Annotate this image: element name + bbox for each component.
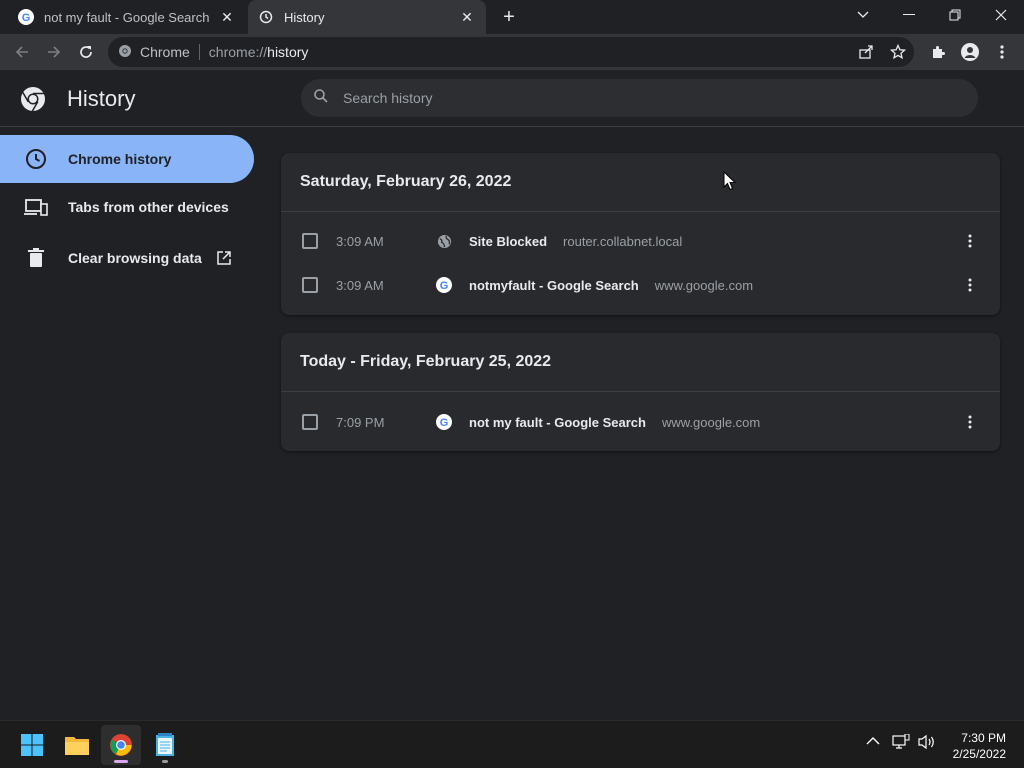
search-input[interactable] [343, 90, 903, 106]
start-button[interactable] [12, 725, 52, 765]
restore-button[interactable] [932, 0, 978, 30]
entry-title: notmyfault - Google Search [469, 277, 639, 293]
sidebar-item-tabs-from-other-devices[interactable]: Tabs from other devices [0, 183, 254, 231]
network-icon[interactable] [892, 733, 910, 755]
entry-domain: router.collabnet.local [563, 233, 683, 249]
minimize-button[interactable] [886, 0, 932, 30]
address-bar[interactable]: Chrome chrome:// history [108, 37, 914, 67]
url-scheme: chrome:// [208, 44, 268, 60]
divider [198, 44, 200, 60]
google-icon: G [436, 277, 452, 293]
sidebar-item-clear-browsing-data[interactable]: Clear browsing data [0, 234, 254, 282]
sidebar-item-label: Tabs from other devices [68, 199, 229, 215]
entry-time: 7:09 PM [336, 414, 385, 430]
tab-search-icon[interactable] [840, 0, 886, 30]
extensions-puzzle-icon[interactable] [924, 38, 952, 66]
entry-link[interactable]: notmyfault - Google Search www.google.co… [469, 278, 753, 293]
entry-title: not my fault - Google Search [469, 414, 646, 430]
history-date-header: Saturday, February 26, 2022 [281, 153, 1000, 212]
entry-link[interactable]: Site Blocked router.collabnet.local [469, 234, 682, 249]
history-entry[interactable]: 7:09 PM G not my fault - Google Search w… [281, 400, 1000, 444]
entry-checkbox[interactable] [302, 414, 318, 430]
entry-domain: www.google.com [661, 414, 761, 430]
active-app-indicator [114, 760, 128, 763]
entry-time: 3:09 AM [336, 277, 384, 293]
new-tab-button[interactable]: + [498, 6, 520, 28]
entry-more-icon[interactable] [962, 275, 978, 295]
close-tab-icon[interactable]: ✕ [458, 8, 476, 26]
site-chip: Chrome [140, 44, 190, 60]
clock-time: 7:30 PM [961, 731, 1006, 745]
entry-checkbox[interactable] [302, 277, 318, 293]
reload-button[interactable] [72, 38, 100, 66]
svg-text:G: G [22, 12, 31, 24]
page-title: History [67, 86, 136, 111]
history-date-header: Today - Friday, February 25, 2022 [281, 333, 1000, 392]
taskbar: 7:30 PM 2/25/2022 [0, 720, 1024, 768]
history-header: History [0, 70, 1024, 127]
entry-more-icon[interactable] [962, 231, 978, 251]
clock-date: 2/25/2022 [952, 747, 1006, 761]
history-card: Today - Friday, February 25, 2022 7:09 P… [281, 333, 1000, 451]
close-window-button[interactable] [978, 0, 1024, 30]
entry-checkbox[interactable] [302, 233, 318, 249]
chrome-logo-icon [20, 86, 46, 112]
chrome-taskbar-icon[interactable] [101, 725, 141, 765]
google-icon: G [436, 414, 452, 430]
clock-icon [24, 147, 48, 171]
profile-avatar[interactable] [956, 38, 984, 66]
tab-title: History [284, 9, 325, 25]
notepad-icon[interactable] [145, 725, 185, 765]
toolbar: Chrome chrome:// history [0, 34, 1024, 70]
sidebar: Chrome history Tabs from other devices C… [0, 127, 270, 720]
globe-icon [436, 233, 452, 249]
svg-text:G: G [440, 417, 449, 429]
bookmark-star-icon[interactable] [884, 38, 912, 66]
entry-link[interactable]: not my fault - Google Search www.google.… [469, 415, 760, 430]
tab-google-search[interactable]: G not my fault - Google Search ✕ [8, 0, 246, 34]
entry-domain: www.google.com [654, 277, 754, 293]
search-icon [313, 88, 329, 109]
sidebar-item-label: Clear browsing data [68, 250, 202, 266]
mouse-cursor-icon [723, 170, 737, 196]
trash-icon [24, 246, 48, 270]
volume-icon[interactable] [918, 734, 936, 755]
entry-time: 3:09 AM [336, 233, 384, 249]
share-icon[interactable] [852, 38, 880, 66]
url-path: history [267, 44, 309, 60]
running-app-indicator [162, 760, 168, 763]
chevron-up-icon[interactable] [866, 733, 880, 751]
chrome-icon [118, 44, 132, 61]
file-explorer-icon[interactable] [57, 725, 97, 765]
entry-title: Site Blocked [469, 233, 548, 249]
back-button[interactable] [8, 38, 36, 66]
google-icon: G [18, 9, 34, 25]
kebab-menu-icon[interactable] [988, 38, 1016, 66]
forward-button[interactable] [40, 38, 68, 66]
devices-icon [24, 195, 48, 219]
close-tab-icon[interactable]: ✕ [218, 8, 236, 26]
sidebar-item-chrome-history[interactable]: Chrome history [0, 135, 254, 183]
history-icon [258, 9, 274, 25]
tab-title: not my fault - Google Search [44, 9, 210, 25]
search-box[interactable] [301, 79, 978, 117]
sidebar-item-label: Chrome history [68, 151, 172, 167]
history-card: Saturday, February 26, 2022 3:09 AM Site… [281, 153, 1000, 315]
tab-strip: G not my fault - Google Search ✕ History… [0, 0, 1024, 34]
svg-text:G: G [440, 280, 449, 292]
history-entry[interactable]: 3:09 AM G notmyfault - Google Search www… [281, 263, 1000, 307]
system-clock[interactable]: 7:30 PM 2/25/2022 [953, 730, 1006, 762]
history-entry[interactable]: 3:09 AM Site Blocked router.collabnet.lo… [281, 219, 1000, 263]
entry-more-icon[interactable] [962, 412, 978, 432]
open-in-new-icon [216, 250, 232, 266]
tab-history[interactable]: History ✕ [248, 0, 486, 34]
